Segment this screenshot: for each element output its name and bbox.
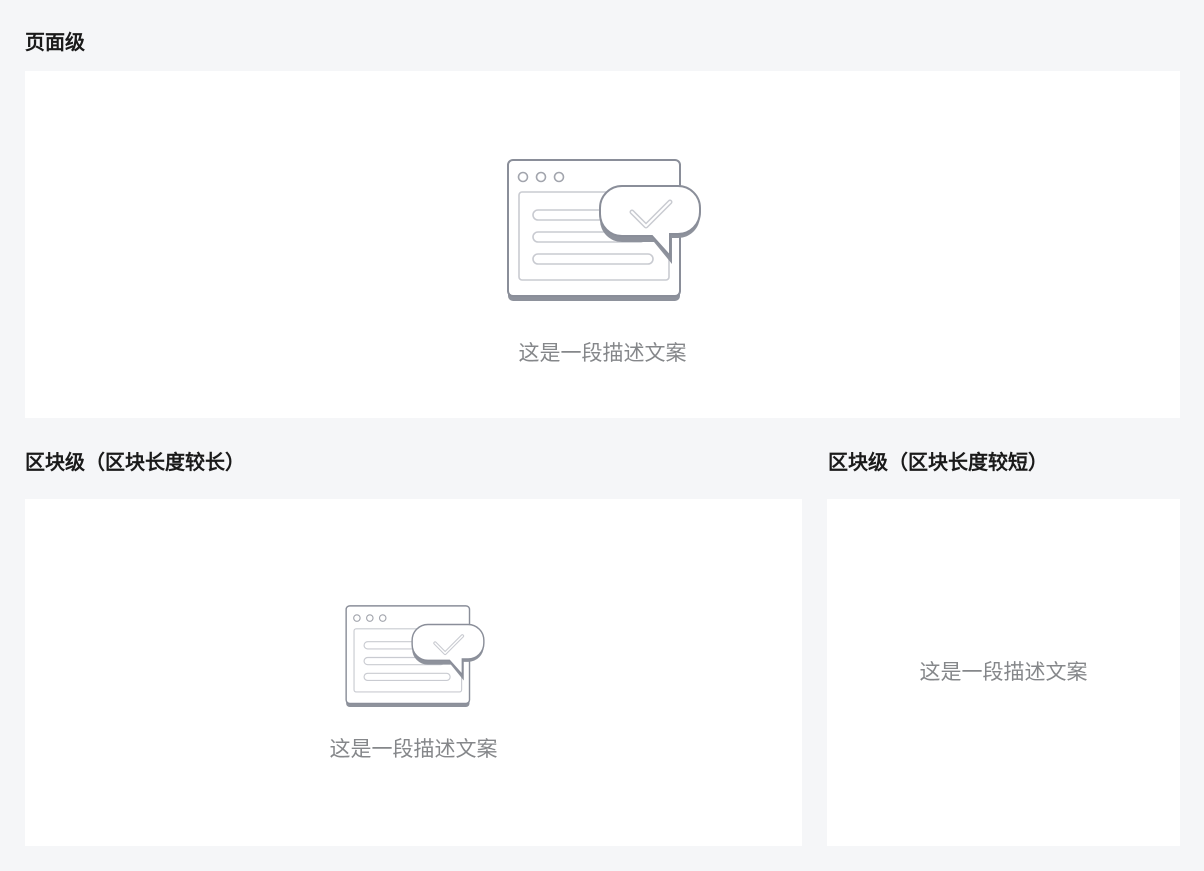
block-long-description: 这是一段描述文案: [329, 737, 498, 761]
block-short-empty-card: 这是一段描述文案: [827, 499, 1180, 846]
page-level-title: 页面级: [25, 30, 85, 54]
empty-state-window-chat-icon: [504, 156, 704, 301]
page-level-empty-card: 这是一段描述文案: [25, 71, 1180, 418]
block-long-title: 区块级（区块长度较长）: [25, 450, 245, 474]
empty-state-window-chat-icon: [343, 603, 487, 707]
block-short-title: 区块级（区块长度较短）: [828, 450, 1048, 474]
block-short-description: 这是一段描述文案: [919, 660, 1088, 684]
page-level-description: 这是一段描述文案: [518, 341, 687, 365]
block-long-empty-card: 这是一段描述文案: [25, 499, 802, 846]
